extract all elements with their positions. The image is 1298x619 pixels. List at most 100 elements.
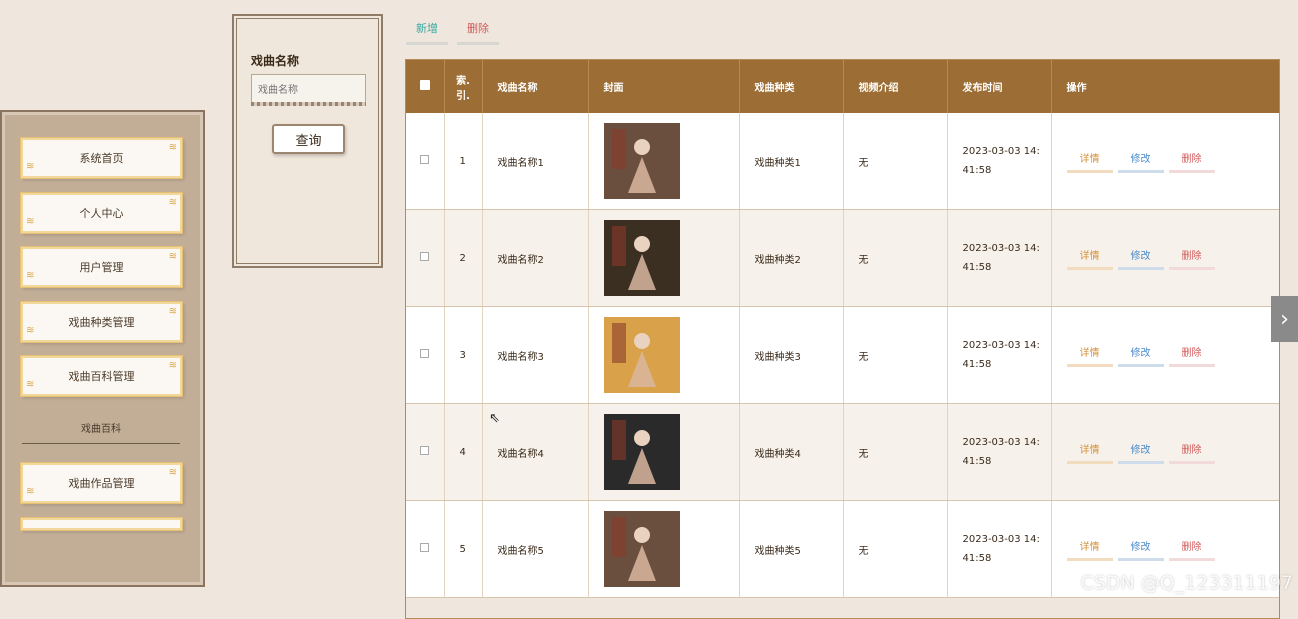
edit-button[interactable]: 修改 <box>1117 344 1164 367</box>
delete-button[interactable]: 删除 <box>1168 441 1215 464</box>
sidebar-item-label: 系统首页 <box>79 152 124 165</box>
row-name: 戏曲名称1 <box>482 113 589 210</box>
sidebar-item-home[interactable]: ≋ 系统首页 ≋ <box>21 138 182 178</box>
delete-button[interactable]: 删除 <box>1168 150 1215 173</box>
row-time-cell: 2023-03-03 14:41:58 <box>947 113 1052 210</box>
cloud-deco-icon: ≋ <box>26 216 35 227</box>
cloud-deco-icon: ≋ <box>26 325 35 336</box>
edit-button[interactable]: 修改 <box>1117 150 1164 173</box>
sidebar-item-partial[interactable] <box>21 518 182 530</box>
edit-button[interactable]: 修改 <box>1117 538 1164 561</box>
add-button[interactable]: 新增 <box>406 20 448 45</box>
sidebar-item-opera-types[interactable]: ≋ 戏曲种类管理 ≋ <box>21 302 182 342</box>
row-index: 4 <box>444 403 483 501</box>
row-time-cell: 2023-03-03 14:41:58 <box>947 500 1052 598</box>
row-time: 2023-03-03 14:41:58 <box>962 243 1040 273</box>
row-time-cell: 2023-03-03 14:41:58 <box>947 209 1052 307</box>
edit-button[interactable]: 修改 <box>1117 247 1164 270</box>
edit-button[interactable]: 修改 <box>1117 441 1164 464</box>
row-time: 2023-03-03 14:41:58 <box>962 146 1040 176</box>
detail-button[interactable]: 详情 <box>1066 441 1113 464</box>
row-time: 2023-03-03 14:41:58 <box>962 340 1040 370</box>
row-checkbox[interactable] <box>420 543 430 552</box>
cover-image[interactable] <box>603 220 680 296</box>
table-row: 1 戏曲名称1 戏曲种类1 无 2023-03-03 14:41:58 详情 修… <box>406 113 1279 210</box>
row-actions: 详情 修改 删除 <box>1051 403 1279 501</box>
watermark: CSDN @Q_123311197 <box>1080 572 1293 594</box>
cloud-deco-icon: ≋ <box>168 142 177 153</box>
sidebar-item-users[interactable]: ≋ 用户管理 ≋ <box>21 247 182 287</box>
row-checkbox-cell[interactable] <box>406 500 445 598</box>
cloud-deco-icon: ≋ <box>26 486 35 497</box>
row-index: 5 <box>444 500 483 598</box>
table-row: 3 戏曲名称3 戏曲种类3 无 2023-03-03 14:41:58 详情 修… <box>406 306 1279 404</box>
col-index: 索. 引. <box>444 60 483 113</box>
detail-button[interactable]: 详情 <box>1066 150 1113 173</box>
detail-button[interactable]: 详情 <box>1066 538 1113 561</box>
select-all-checkbox[interactable] <box>419 80 430 90</box>
row-time: 2023-03-03 14:41:58 <box>962 437 1040 467</box>
mouse-cursor-icon: ⇖ <box>489 411 500 426</box>
row-checkbox-cell[interactable] <box>406 403 445 501</box>
cover-image[interactable] <box>603 317 680 393</box>
row-type: 戏曲种类4 <box>739 403 844 501</box>
row-checkbox[interactable] <box>420 349 430 358</box>
table-row: 4 戏曲名称4 戏曲种类4 无 2023-03-03 14:41:58 详情 修… <box>406 403 1279 501</box>
detail-button[interactable]: 详情 <box>1066 344 1113 367</box>
row-type: 戏曲种类2 <box>739 209 844 307</box>
sidebar-item-opera-works[interactable]: ≋ 戏曲作品管理 ≋ <box>21 463 182 503</box>
cloud-deco-icon: ≋ <box>168 197 177 208</box>
sidebar-item-opera-encyclopedia[interactable]: ≋ 戏曲百科管理 ≋ <box>21 356 182 396</box>
search-panel: 戏曲名称 查询 <box>232 14 383 268</box>
row-index: 1 <box>444 113 483 210</box>
cover-image[interactable] <box>603 123 680 199</box>
sidebar-section-title: 戏曲百科 <box>22 420 180 444</box>
row-index: 2 <box>444 209 483 307</box>
row-cover-cell <box>588 403 740 501</box>
sidebar-item-label: 戏曲百科管理 <box>68 370 135 383</box>
sidebar-item-profile[interactable]: ≋ 个人中心 ≋ <box>21 193 182 233</box>
cloud-deco-icon: ≋ <box>26 161 35 172</box>
row-cover-cell <box>588 113 740 210</box>
row-type: 戏曲种类5 <box>739 500 844 598</box>
col-cover: 封面 <box>588 60 740 113</box>
row-checkbox[interactable] <box>420 446 430 455</box>
delete-button[interactable]: 删除 <box>1168 344 1215 367</box>
row-checkbox[interactable] <box>420 252 430 261</box>
row-type: 戏曲种类3 <box>739 306 844 404</box>
row-time-cell: 2023-03-03 14:41:58 <box>947 403 1052 501</box>
search-button[interactable]: 查询 <box>272 124 345 154</box>
sidebar-item-label: 用户管理 <box>79 261 124 274</box>
row-checkbox-cell[interactable] <box>406 209 445 307</box>
row-actions: 详情 修改 删除 <box>1051 306 1279 404</box>
row-cover-cell <box>588 306 740 404</box>
table-row: 2 戏曲名称2 戏曲种类2 无 2023-03-03 14:41:58 详情 修… <box>406 209 1279 307</box>
table-header-row: 索. 引. 戏曲名称 封面 戏曲种类 视频介绍 发布时间 操作 <box>406 60 1279 113</box>
row-checkbox-cell[interactable] <box>406 306 445 404</box>
sidebar-item-label: 戏曲种类管理 <box>68 316 135 329</box>
col-actions: 操作 <box>1051 60 1279 113</box>
delete-button[interactable]: 删除 <box>1168 538 1215 561</box>
row-checkbox[interactable] <box>420 155 430 164</box>
cloud-deco-icon: ≋ <box>26 379 35 390</box>
detail-button[interactable]: 详情 <box>1066 247 1113 270</box>
delete-button[interactable]: 删除 <box>1168 247 1215 270</box>
row-index: 3 <box>444 306 483 404</box>
batch-delete-button[interactable]: 删除 <box>457 20 499 45</box>
row-time-cell: 2023-03-03 14:41:58 <box>947 306 1052 404</box>
row-actions: 详情 修改 删除 <box>1051 209 1279 307</box>
chevron-right-icon[interactable]: › <box>1271 296 1298 342</box>
cloud-deco-icon: ≋ <box>168 306 177 317</box>
row-video: 无 <box>843 209 948 307</box>
cover-image[interactable] <box>603 414 680 490</box>
row-video: 无 <box>843 113 948 210</box>
input-deco <box>251 102 366 106</box>
row-checkbox-cell[interactable] <box>406 113 445 210</box>
select-all-checkbox-cell[interactable] <box>406 60 445 113</box>
row-video: 无 <box>843 403 948 501</box>
row-video: 无 <box>843 306 948 404</box>
col-time: 发布时间 <box>947 60 1052 113</box>
row-cover-cell <box>588 500 740 598</box>
sidebar: ≋ 系统首页 ≋ ≋ 个人中心 ≋ ≋ 用户管理 ≋ ≋ 戏曲种类管理 ≋ ≋ … <box>0 110 205 587</box>
cover-image[interactable] <box>603 511 680 587</box>
